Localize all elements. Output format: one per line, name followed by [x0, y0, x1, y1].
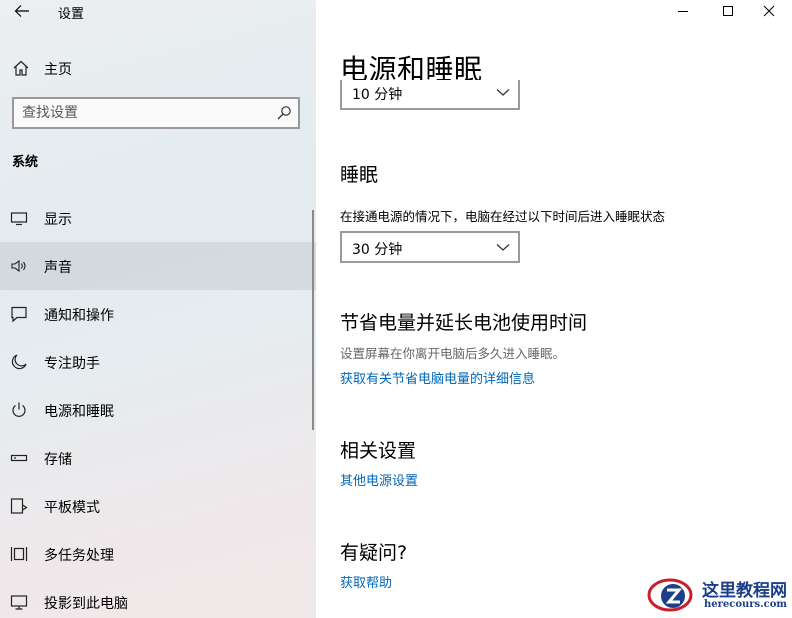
- sidebar-item-label: 电源和睡眠: [44, 404, 114, 420]
- sidebar-item-focus-assist[interactable]: 专注助手: [0, 338, 316, 386]
- screen-timeout-dropdown[interactable]: 10 分钟: [340, 80, 520, 110]
- watermark: 这里教程网 herecours.com: [646, 572, 792, 616]
- get-help-link[interactable]: 获取帮助: [340, 572, 392, 591]
- search-box[interactable]: [12, 97, 300, 129]
- back-arrow-icon: [14, 5, 29, 17]
- sidebar-item-display[interactable]: 显示: [0, 194, 316, 242]
- minimize-icon: [678, 11, 688, 12]
- sidebar-item-label: 主页: [44, 62, 72, 78]
- app-title: 设置: [58, 7, 85, 22]
- sidebar-item-label: 多任务处理: [44, 548, 114, 564]
- watermark-title: 这里教程网: [702, 581, 787, 601]
- sidebar: 设置 主页 系统 显示 声音 通知和操作 专注助手 电源和睡眠: [0, 0, 316, 618]
- back-button[interactable]: [10, 0, 34, 22]
- sidebar-item-notifications[interactable]: 通知和操作: [0, 290, 316, 338]
- close-icon: [763, 5, 775, 17]
- sidebar-item-storage[interactable]: 存储: [0, 434, 316, 482]
- related-settings-heading: 相关设置: [340, 440, 417, 462]
- sidebar-item-label: 专注助手: [44, 356, 100, 372]
- main-pane: 电源和睡眠 10 分钟 睡眠 在接通电源的情况下，电脑在经过以下时间后进入睡眠状…: [316, 0, 792, 618]
- maximize-icon: [723, 6, 733, 16]
- watermark-logo: [647, 578, 693, 612]
- display-icon: [10, 212, 28, 226]
- sidebar-item-label: 通知和操作: [44, 308, 114, 324]
- close-button[interactable]: [746, 0, 792, 22]
- battery-description: 设置屏幕在你离开电脑后多久进入睡眠。: [340, 346, 566, 361]
- help-heading: 有疑问?: [340, 542, 408, 564]
- sidebar-item-home[interactable]: 主页: [0, 50, 316, 84]
- maximize-button[interactable]: [705, 0, 751, 22]
- moon-icon: [11, 354, 27, 370]
- dropdown-value: 10 分钟: [352, 87, 403, 103]
- minimize-button[interactable]: [660, 0, 706, 22]
- dropdown-value: 30 分钟: [352, 242, 403, 258]
- sidebar-item-tablet-mode[interactable]: 平板模式: [0, 482, 316, 530]
- notification-icon: [11, 306, 27, 323]
- sidebar-item-label: 显示: [44, 212, 72, 228]
- sidebar-item-label: 投影到此电脑: [44, 596, 128, 612]
- sleep-timeout-dropdown[interactable]: 30 分钟: [340, 231, 520, 263]
- sidebar-item-power-sleep[interactable]: 电源和睡眠: [0, 386, 316, 434]
- project-icon: [10, 595, 28, 610]
- sidebar-nav: 显示 声音 通知和操作 专注助手 电源和睡眠 存储 平板模式 多任务处理 投影到…: [0, 194, 316, 618]
- chevron-down-icon: [496, 89, 510, 96]
- multitasking-icon: [10, 547, 28, 561]
- watermark-subtitle: herecours.com: [704, 599, 788, 610]
- power-icon: [12, 402, 26, 417]
- sleep-description: 在接通电源的情况下，电脑在经过以下时间后进入睡眠状态: [340, 209, 666, 224]
- sidebar-item-sound[interactable]: 声音: [0, 242, 316, 290]
- tablet-mode-icon: [10, 498, 28, 514]
- search-icon[interactable]: [276, 105, 292, 121]
- chevron-down-icon: [496, 244, 510, 251]
- sidebar-item-label: 声音: [44, 260, 72, 276]
- section-label: 系统: [12, 155, 39, 170]
- sidebar-item-project[interactable]: 投影到此电脑: [0, 578, 316, 618]
- sleep-heading: 睡眠: [340, 164, 379, 186]
- battery-heading: 节省电量并延长电池使用时间: [340, 312, 588, 334]
- search-input[interactable]: [22, 103, 272, 123]
- battery-info-link[interactable]: 获取有关节省电脑电量的详细信息: [340, 368, 535, 387]
- sidebar-item-multitasking[interactable]: 多任务处理: [0, 530, 316, 578]
- storage-icon: [10, 454, 28, 462]
- home-icon: [13, 60, 29, 76]
- additional-power-settings-link[interactable]: 其他电源设置: [340, 470, 418, 489]
- speaker-icon: [11, 259, 26, 273]
- sidebar-item-label: 平板模式: [44, 500, 100, 516]
- sidebar-scrollbar[interactable]: [312, 210, 314, 430]
- sidebar-item-label: 存储: [44, 452, 72, 468]
